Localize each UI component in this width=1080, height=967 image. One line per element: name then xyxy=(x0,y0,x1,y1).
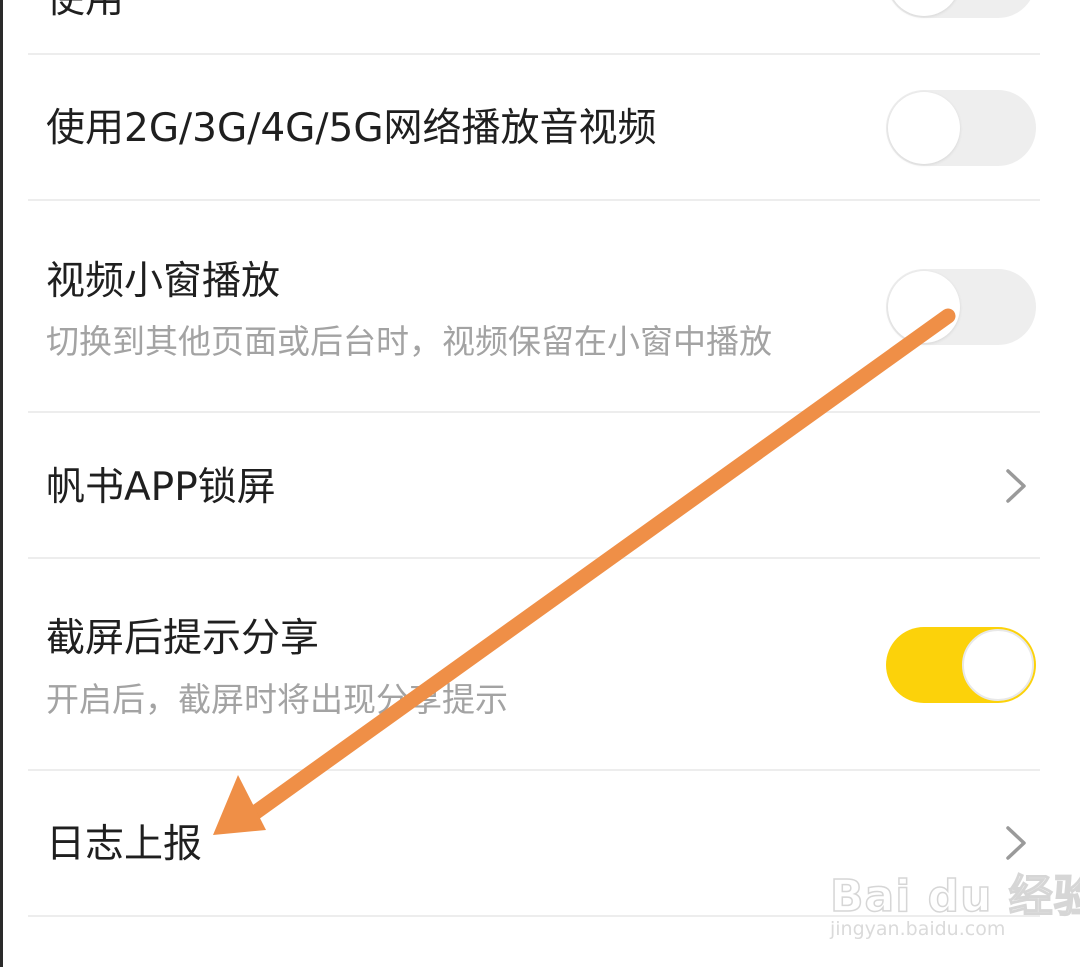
settings-list: 使用 使用2G/3G/4G/5G网络播放音视频 视频小窗播放 切换到其他页面或后… xyxy=(0,0,1080,967)
chevron-right-icon xyxy=(1006,469,1026,503)
settings-row-mobile-network[interactable]: 使用2G/3G/4G/5G网络播放音视频 xyxy=(0,55,1080,200)
toggle-knob xyxy=(888,0,960,16)
toggle-knob xyxy=(888,271,960,343)
toggle-knob xyxy=(962,629,1034,701)
settings-row-lock-screen[interactable]: 帆书APP锁屏 xyxy=(0,413,1080,558)
baidu-jingyan-watermark: Bai du 经验 jingyan.baidu.com xyxy=(829,852,1080,952)
settings-row-mini-window[interactable]: 视频小窗播放 切换到其他页面或后台时，视频保留在小窗中播放 xyxy=(0,201,1080,412)
settings-row-screenshot-share[interactable]: 截屏后提示分享 开启后，截屏时将出现分享提示 xyxy=(0,559,1080,770)
screenshot-share-label: 截屏后提示分享 xyxy=(46,616,320,661)
watermark-logo: Bai du 经验 xyxy=(829,870,1080,923)
mini-window-toggle[interactable] xyxy=(886,269,1036,345)
toggle-knob xyxy=(888,92,960,164)
mini-window-label: 视频小窗播放 xyxy=(46,259,281,304)
mini-window-description: 切换到其他页面或后台时，视频保留在小窗中播放 xyxy=(46,322,772,361)
lock-screen-label: 帆书APP锁屏 xyxy=(46,465,276,510)
settings-row-partial[interactable]: 使用 xyxy=(0,0,1080,54)
mobile-network-toggle[interactable] xyxy=(886,90,1036,166)
screenshot-share-description: 开启后，截屏时将出现分享提示 xyxy=(46,680,508,719)
partial-row-label: 使用 xyxy=(46,0,124,24)
log-report-label: 日志上报 xyxy=(46,822,203,867)
mobile-network-label: 使用2G/3G/4G/5G网络播放音视频 xyxy=(46,106,657,151)
partial-row-toggle[interactable] xyxy=(886,0,1036,18)
watermark-url: jingyan.baidu.com xyxy=(830,918,1006,940)
screenshot-share-toggle[interactable] xyxy=(886,627,1036,703)
